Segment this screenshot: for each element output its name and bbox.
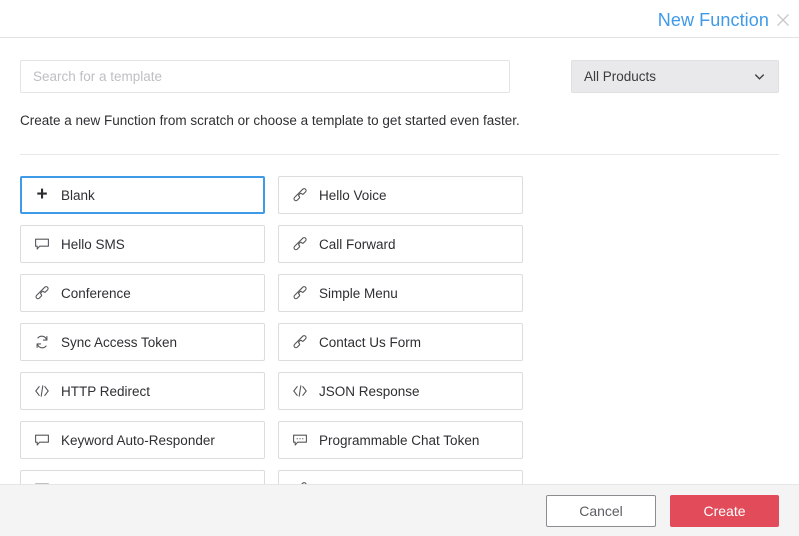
template-card[interactable]: JSON Response xyxy=(278,372,523,410)
template-card-label: Programmable Chat Token xyxy=(319,433,479,448)
template-card[interactable]: Sync Access Token xyxy=(20,323,265,361)
template-card-label: Contact Us Form xyxy=(319,335,421,350)
template-card[interactable]: Simple Menu xyxy=(278,274,523,312)
template-card-label: Blank xyxy=(61,188,95,203)
template-card[interactable]: + Blank xyxy=(20,176,265,214)
dialog-body: All Products Create a new Function from … xyxy=(0,38,799,484)
phone-icon xyxy=(292,187,308,203)
template-card-label: SMS Subscribe/Broadcast xyxy=(61,482,219,485)
template-card[interactable]: HTTP Redirect xyxy=(20,372,265,410)
phone-icon xyxy=(292,285,308,301)
template-card-label: Hello Voice xyxy=(319,188,387,203)
product-filter-value: All Products xyxy=(584,69,753,84)
template-card-label: Sync Access Token xyxy=(61,335,177,350)
template-card[interactable]: Call Forward xyxy=(278,225,523,263)
template-card-label: Call Forward xyxy=(319,237,396,252)
page-title: New Function xyxy=(658,9,769,31)
template-card-label: Twilio Client Quickstart xyxy=(319,482,456,485)
divider xyxy=(20,154,779,155)
template-card[interactable]: Hello Voice xyxy=(278,176,523,214)
code-icon xyxy=(34,383,50,399)
filters-row: All Products xyxy=(20,38,779,93)
new-function-dialog: New Function All Products Create a new F… xyxy=(0,0,799,536)
cancel-button[interactable]: Cancel xyxy=(546,495,656,527)
dialog-description: Create a new Function from scratch or ch… xyxy=(20,112,779,130)
chevron-down-icon xyxy=(753,70,766,83)
template-card[interactable]: SMS Subscribe/Broadcast xyxy=(20,470,265,484)
chat-bubble-icon xyxy=(34,432,50,448)
plus-icon: + xyxy=(34,187,50,203)
create-button[interactable]: Create xyxy=(670,495,779,527)
template-card[interactable]: Programmable Chat Token xyxy=(278,421,523,459)
close-icon[interactable] xyxy=(774,11,792,29)
template-card[interactable]: Contact Us Form xyxy=(278,323,523,361)
template-card-label: Hello SMS xyxy=(61,237,125,252)
template-card[interactable]: Conference xyxy=(20,274,265,312)
template-card[interactable]: Hello SMS xyxy=(20,225,265,263)
chat-bubble-icon xyxy=(34,481,50,484)
search-input[interactable] xyxy=(20,60,510,93)
dialog-footer: Cancel Create xyxy=(0,484,799,536)
phone-icon xyxy=(292,236,308,252)
template-card-label: JSON Response xyxy=(319,384,420,399)
template-card-label: HTTP Redirect xyxy=(61,384,150,399)
dialog-header: New Function xyxy=(0,0,799,38)
chat-dots-icon xyxy=(292,432,308,448)
template-grid: + Blank Hello Voice Hello SMS Call Forward Co… xyxy=(20,176,779,484)
template-card-label: Keyword Auto-Responder xyxy=(61,433,215,448)
template-card-label: Conference xyxy=(61,286,131,301)
code-icon xyxy=(292,383,308,399)
sync-icon xyxy=(34,334,50,350)
chat-bubble-icon xyxy=(34,236,50,252)
template-card[interactable]: Twilio Client Quickstart xyxy=(278,470,523,484)
template-card-label: Simple Menu xyxy=(319,286,398,301)
phone-icon xyxy=(292,334,308,350)
phone-icon xyxy=(34,285,50,301)
product-filter-dropdown[interactable]: All Products xyxy=(571,60,779,93)
template-card[interactable]: Keyword Auto-Responder xyxy=(20,421,265,459)
phone-icon xyxy=(292,481,308,484)
